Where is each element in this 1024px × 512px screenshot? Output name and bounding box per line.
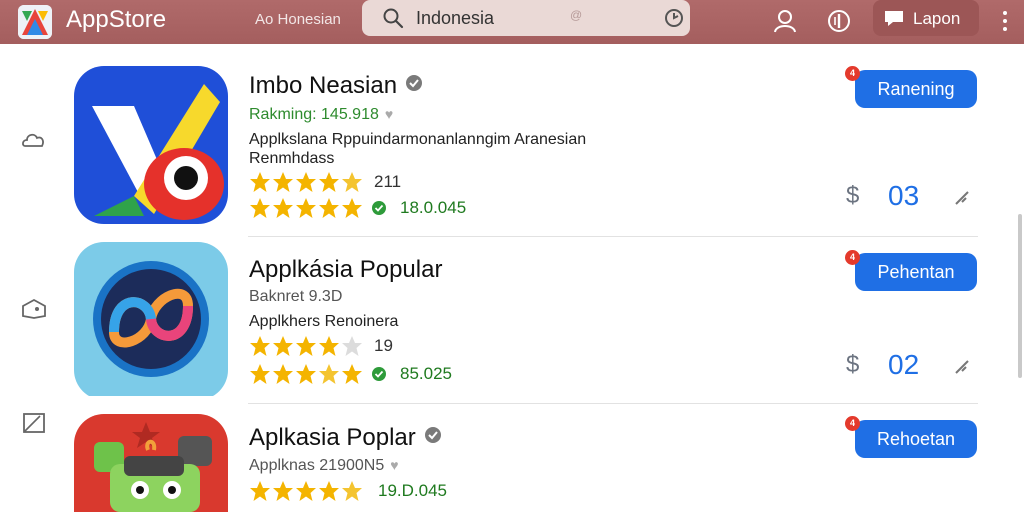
appstore-logo-icon[interactable]	[18, 5, 52, 39]
check-circle-icon	[372, 201, 386, 215]
app-list-item[interactable]: Imbo Neasian Rakming: 145.918 ♥ Applkslan…	[68, 66, 980, 234]
top-bar: AppStore Ao Honesian Indonesia @ Lapon	[0, 0, 1024, 44]
star-icon	[250, 481, 270, 501]
rating-stars: 211	[249, 171, 401, 193]
rating-stars: 19	[249, 335, 393, 357]
download-count: 19.D.045	[378, 481, 447, 500]
app-title: AppStore	[66, 6, 167, 33]
star-icon	[296, 364, 316, 384]
notification-badge: 4	[845, 66, 860, 81]
refresh-icon[interactable]	[662, 6, 686, 30]
app-title: Aplkasia Poplar	[249, 424, 442, 452]
rating-count: 19	[374, 336, 393, 355]
share-icon[interactable]	[952, 355, 974, 377]
star-icon	[273, 172, 293, 192]
heart-icon[interactable]: ♥	[390, 457, 398, 473]
app-icon-game[interactable]	[74, 414, 228, 512]
star-icon	[319, 198, 339, 218]
notification-badge: 4	[845, 250, 860, 265]
star-icon	[250, 364, 270, 384]
download-stars: 85.025	[249, 363, 452, 385]
profile-icon[interactable]	[772, 8, 798, 34]
app-list-item[interactable]: Aplkasia Poplar Applknas 21900N5 ♥ 19.D.0…	[68, 414, 980, 512]
star-empty-icon	[342, 336, 362, 356]
search-input[interactable]: Indonesia	[416, 8, 494, 29]
row-divider	[248, 403, 978, 404]
app-description: Applkslana Rppuindarmonanlanngim Aranesi…	[249, 131, 587, 148]
check-circle-icon	[372, 367, 386, 381]
search-hint: @	[570, 8, 583, 22]
star-half-icon	[342, 172, 362, 192]
app-action-button[interactable]: Rehoetan	[855, 420, 977, 458]
heart-icon[interactable]: ♥	[385, 106, 393, 122]
rating-stars: 19.D.045	[249, 480, 447, 502]
star-icon	[250, 198, 270, 218]
star-icon	[319, 481, 339, 501]
row-divider	[248, 236, 978, 237]
app-title: Imbo Neasian	[249, 72, 423, 100]
info-icon[interactable]	[826, 8, 852, 34]
cloud-icon[interactable]	[20, 126, 48, 154]
star-icon	[273, 481, 293, 501]
star-icon	[342, 198, 362, 218]
download-count: 85.025	[400, 364, 452, 383]
app-description: Applkhers Renoinera	[249, 313, 399, 330]
download-stars: 18.0.045	[249, 197, 466, 219]
app-subtitle: Baknret 9.3D	[249, 288, 343, 305]
language-label: Lapon	[913, 9, 961, 28]
app-action-button[interactable]: Ranening	[855, 70, 977, 108]
tag-icon[interactable]	[20, 296, 48, 324]
app-title: Applkásia Popular	[249, 256, 443, 283]
star-half-icon	[319, 364, 339, 384]
price-icon: $	[846, 351, 860, 378]
star-icon	[342, 364, 362, 384]
rating-count: 211	[374, 172, 402, 191]
item-count: 03	[888, 180, 920, 211]
app-subtitle: Applknas 21900N5 ♥	[249, 457, 399, 474]
more-icon[interactable]	[998, 8, 1012, 34]
notification-badge: 4	[845, 416, 860, 431]
chat-icon	[885, 11, 903, 26]
app-icon-infinity[interactable]	[74, 242, 228, 400]
star-icon	[250, 336, 270, 356]
star-icon	[273, 336, 293, 356]
cast-icon[interactable]	[20, 410, 48, 438]
app-description-line2: Renmhdass	[249, 150, 335, 167]
app-list-item[interactable]: Applkásia Popular Baknret 9.3D Applkhers…	[68, 242, 980, 402]
search-bar[interactable]: Indonesia @	[362, 0, 690, 36]
verified-icon	[424, 427, 441, 443]
star-icon	[296, 198, 316, 218]
star-icon	[319, 336, 339, 356]
scrollbar[interactable]	[1018, 214, 1022, 378]
star-icon	[250, 172, 270, 192]
star-icon	[296, 481, 316, 501]
app-action-button[interactable]: Pehentan	[855, 253, 977, 291]
store-region-label: Ao Honesian	[255, 11, 341, 28]
star-icon	[296, 172, 316, 192]
price-icon: $	[846, 182, 860, 209]
star-icon	[273, 364, 293, 384]
search-icon	[383, 8, 404, 29]
star-icon	[319, 172, 339, 192]
language-button[interactable]: Lapon	[873, 0, 979, 36]
item-count: 02	[888, 349, 920, 380]
share-icon[interactable]	[952, 186, 974, 208]
verified-icon	[406, 75, 423, 91]
app-icon-imbo[interactable]	[74, 66, 228, 224]
app-subtitle: Rakming: 145.918 ♥	[249, 106, 394, 123]
star-icon	[273, 198, 293, 218]
star-half-icon	[342, 481, 362, 501]
download-count: 18.0.045	[400, 198, 467, 217]
star-icon	[296, 336, 316, 356]
